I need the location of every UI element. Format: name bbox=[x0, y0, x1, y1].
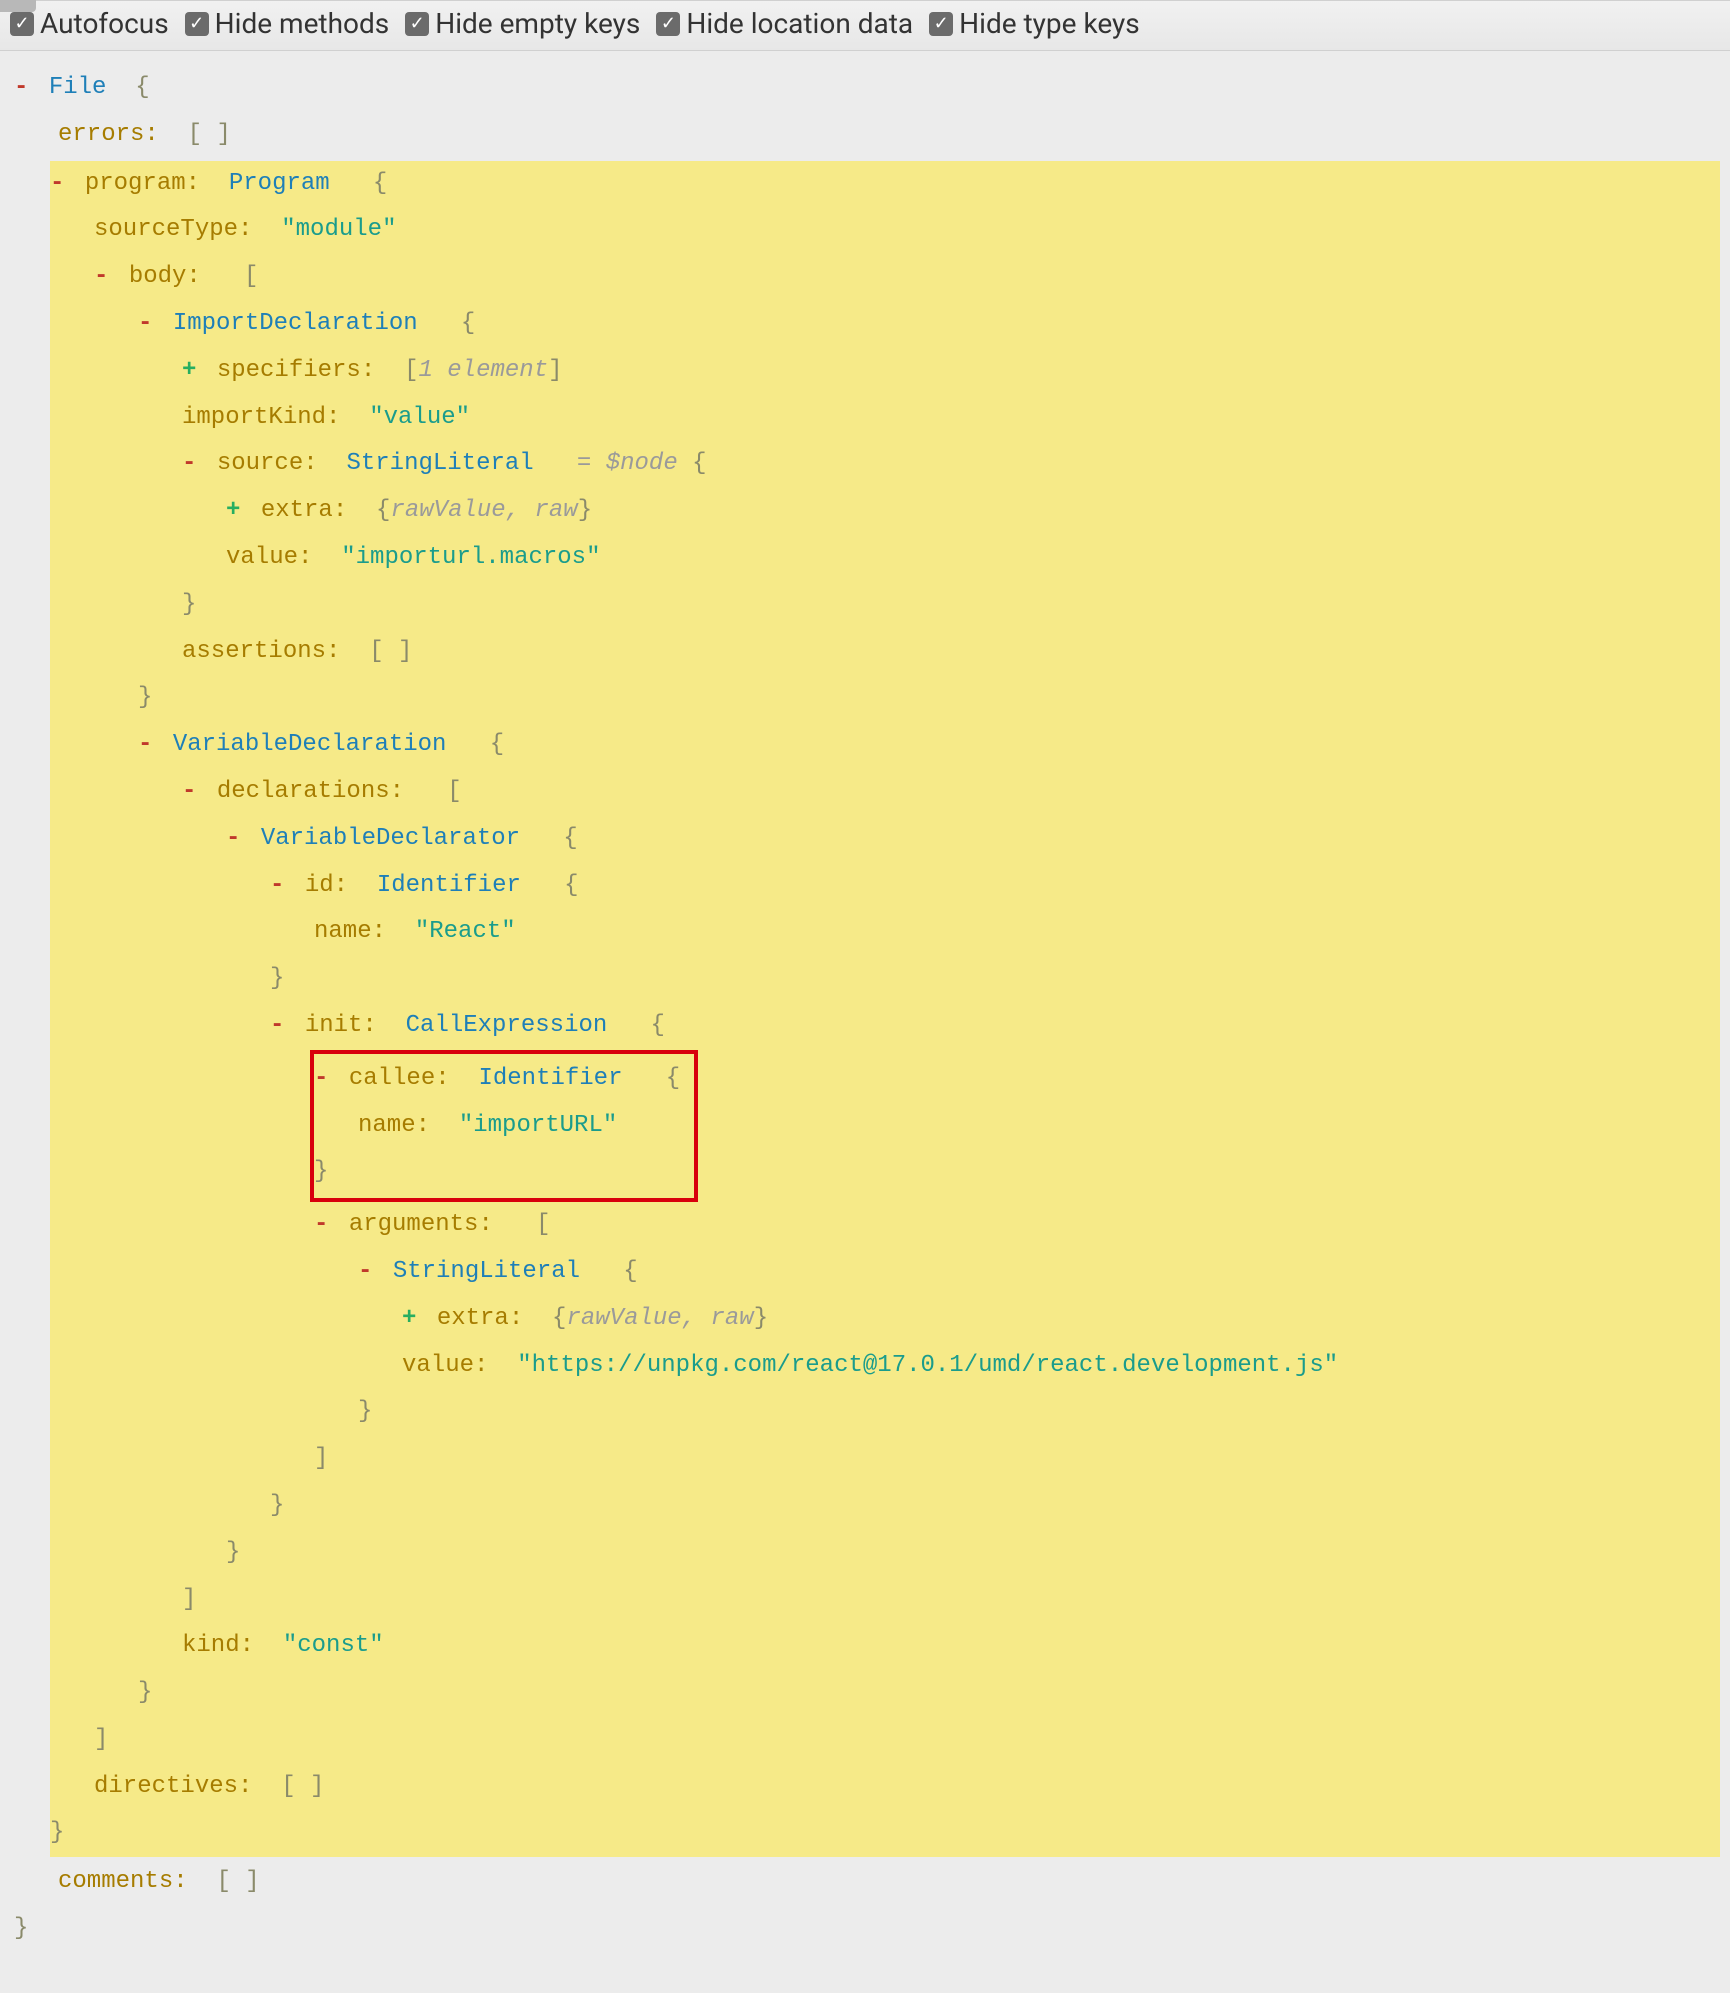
hide-location-data-label: Hide location data bbox=[686, 7, 913, 40]
key-name[interactable]: name bbox=[358, 1112, 416, 1139]
hide-methods-label: Hide methods bbox=[215, 7, 390, 40]
node-type-call-expression[interactable]: CallExpression bbox=[406, 1012, 608, 1039]
key-init[interactable]: init bbox=[305, 1012, 363, 1039]
node-type-import-declaration[interactable]: ImportDeclaration bbox=[173, 310, 418, 337]
key-declarations[interactable]: declarations bbox=[217, 778, 390, 805]
meta-extra-fields: rawValue, raw bbox=[390, 497, 577, 524]
key-directives[interactable]: directives bbox=[94, 1773, 238, 1800]
key-name[interactable]: name bbox=[314, 918, 372, 945]
empty-array: [ ] bbox=[188, 121, 231, 148]
ast-tree: - File { errors: [ ] - program: Program … bbox=[0, 51, 1730, 1993]
open-brace: { bbox=[135, 74, 149, 101]
toolbar: Autofocus Hide methods Hide empty keys H… bbox=[0, 0, 1730, 51]
value-id-name: "React" bbox=[415, 918, 516, 945]
collapse-toggle[interactable]: - bbox=[226, 825, 246, 852]
collapse-toggle[interactable]: - bbox=[94, 263, 114, 290]
value-argument-value: "https://unpkg.com/react@17.0.1/umd/reac… bbox=[517, 1352, 1338, 1379]
key-extra[interactable]: extra bbox=[437, 1305, 509, 1332]
node-type-identifier[interactable]: Identifier bbox=[478, 1065, 622, 1092]
expand-toggle[interactable]: + bbox=[226, 497, 246, 524]
check-icon bbox=[185, 12, 209, 36]
expand-toggle[interactable]: + bbox=[402, 1305, 422, 1332]
collapse-toggle[interactable]: - bbox=[14, 74, 34, 101]
hide-type-keys-label: Hide type keys bbox=[959, 7, 1140, 40]
key-program[interactable]: program bbox=[85, 170, 186, 197]
key-value[interactable]: value bbox=[226, 544, 298, 571]
meta-one-element: 1 element bbox=[418, 357, 548, 384]
hide-type-keys-checkbox[interactable]: Hide type keys bbox=[929, 7, 1140, 40]
key-body[interactable]: body bbox=[129, 263, 187, 290]
expand-toggle[interactable]: + bbox=[182, 357, 202, 384]
value-callee-name: "importURL" bbox=[459, 1112, 617, 1139]
hide-empty-keys-checkbox[interactable]: Hide empty keys bbox=[405, 7, 640, 40]
check-icon bbox=[656, 12, 680, 36]
key-source-type[interactable]: sourceType bbox=[94, 216, 238, 243]
meta-dollar-node: $node bbox=[606, 450, 678, 477]
collapse-toggle[interactable]: - bbox=[270, 872, 290, 899]
collapse-toggle[interactable]: - bbox=[314, 1065, 334, 1092]
value-source-value: "importurl.macros" bbox=[341, 544, 600, 571]
key-kind[interactable]: kind bbox=[182, 1632, 240, 1659]
key-source[interactable]: source bbox=[217, 450, 303, 477]
node-type-variable-declarator[interactable]: VariableDeclarator bbox=[261, 825, 520, 852]
highlighted-region: - program: Program { sourceType: "module… bbox=[50, 161, 1720, 1858]
key-id[interactable]: id bbox=[305, 872, 334, 899]
collapse-toggle[interactable]: - bbox=[138, 731, 158, 758]
collapse-toggle[interactable]: - bbox=[138, 310, 158, 337]
node-type-program[interactable]: Program bbox=[229, 170, 330, 197]
key-callee[interactable]: callee bbox=[349, 1065, 435, 1092]
check-icon bbox=[405, 12, 429, 36]
key-errors[interactable]: errors bbox=[58, 121, 144, 148]
collapse-toggle[interactable]: - bbox=[182, 778, 202, 805]
key-assertions[interactable]: assertions bbox=[182, 638, 326, 665]
value-source-type: "module" bbox=[281, 216, 396, 243]
value-import-kind: "value" bbox=[369, 404, 470, 431]
key-import-kind[interactable]: importKind bbox=[182, 404, 326, 431]
check-icon bbox=[10, 12, 34, 36]
key-arguments[interactable]: arguments bbox=[349, 1211, 479, 1238]
node-type-file[interactable]: File bbox=[49, 74, 107, 101]
node-type-variable-declaration[interactable]: VariableDeclaration bbox=[173, 731, 447, 758]
emphasis-redbox: - callee: Identifier { name: " bbox=[310, 1050, 698, 1202]
collapse-toggle[interactable]: - bbox=[314, 1211, 334, 1238]
hide-empty-keys-label: Hide empty keys bbox=[435, 7, 640, 40]
tab-stub bbox=[0, 0, 36, 12]
check-icon bbox=[929, 12, 953, 36]
key-value[interactable]: value bbox=[402, 1352, 474, 1379]
value-kind: "const" bbox=[283, 1632, 384, 1659]
key-specifiers[interactable]: specifiers bbox=[217, 357, 361, 384]
close-brace: } bbox=[14, 1915, 28, 1942]
collapse-toggle[interactable]: - bbox=[182, 450, 202, 477]
autofocus-checkbox[interactable]: Autofocus bbox=[10, 7, 169, 40]
collapse-toggle[interactable]: - bbox=[358, 1258, 378, 1285]
hide-location-data-checkbox[interactable]: Hide location data bbox=[656, 7, 913, 40]
node-type-identifier[interactable]: Identifier bbox=[377, 872, 521, 899]
collapse-toggle[interactable]: - bbox=[50, 170, 70, 197]
node-type-string-literal[interactable]: StringLiteral bbox=[346, 450, 533, 477]
hide-methods-checkbox[interactable]: Hide methods bbox=[185, 7, 390, 40]
key-extra[interactable]: extra bbox=[261, 497, 333, 524]
node-type-string-literal[interactable]: StringLiteral bbox=[393, 1258, 580, 1285]
collapse-toggle[interactable]: - bbox=[270, 1012, 290, 1039]
autofocus-label: Autofocus bbox=[40, 7, 169, 40]
key-comments[interactable]: comments bbox=[58, 1868, 173, 1895]
